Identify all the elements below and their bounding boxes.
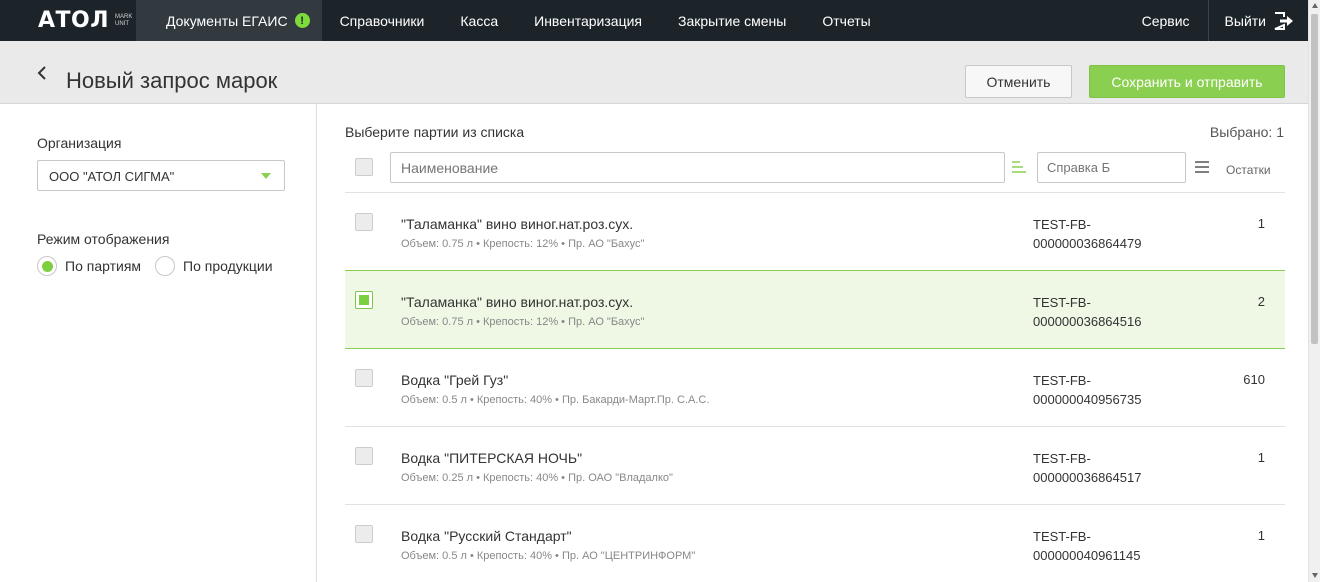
radio-circle <box>37 256 57 276</box>
nav-item-label: Справочники <box>339 12 425 29</box>
nav-item-label: Касса <box>460 12 499 29</box>
atol-logo[interactable]: АТОЛ MARK UNIT <box>0 0 136 41</box>
reference-b-number: TEST-FB- 000000040961145 <box>1033 527 1193 565</box>
reference-b-line-2: 000000036864517 <box>1033 470 1142 485</box>
reference-b-line-2: 000000036864479 <box>1033 236 1142 251</box>
stock-quantity: 2 <box>1257 294 1265 309</box>
product-details: Объем: 0.75 л • Крепость: 12% • Пр. АО "… <box>401 316 645 328</box>
row-checkbox[interactable] <box>355 447 373 465</box>
scroll-down-arrow-icon[interactable] <box>1312 573 1318 578</box>
product-name: "Таламанка" вино виног.нат.роз.сух. <box>401 294 634 310</box>
product-details: Объем: 0.5 л • Крепость: 40% • Пр. Бакар… <box>401 394 710 406</box>
nav-item-close-shift[interactable]: Закрытие смены <box>660 0 804 41</box>
batch-row-selected[interactable]: "Таламанка" вино виног.нат.роз.сух. Объе… <box>345 270 1285 349</box>
list-title: Выберите партии из списка <box>345 124 525 140</box>
reference-b-line-1: TEST-FB- <box>1033 451 1091 466</box>
batch-row[interactable]: "Таламанка" вино виног.нат.роз.сух. Объе… <box>345 193 1285 271</box>
radio-checked-dot <box>41 260 53 272</box>
product-details: Объем: 0.75 л • Крепость: 12% • Пр. АО "… <box>401 238 645 250</box>
stock-quantity: 610 <box>1243 372 1265 387</box>
row-checkbox-checked[interactable] <box>355 291 373 309</box>
reference-b-search-input[interactable] <box>1037 152 1186 183</box>
nav-item-references[interactable]: Справочники <box>322 0 443 41</box>
reference-b-line-1: TEST-FB- <box>1033 529 1091 544</box>
nav-item-label: Сервис <box>1141 12 1190 29</box>
batch-row[interactable]: Водка "Грей Гуз" Объем: 0.5 л • Крепость… <box>345 349 1285 427</box>
logout-button[interactable]: Выйти <box>1207 0 1308 41</box>
product-name: "Таламанка" вино виног.нат.роз.сух. <box>401 216 634 232</box>
cancel-button[interactable]: Отменить <box>965 65 1072 98</box>
page-title: Новый запрос марок <box>66 68 278 93</box>
radio-label: По продукции <box>183 258 273 274</box>
back-arrow-icon[interactable] <box>34 65 50 81</box>
product-name: Водка "Грей Гуз" <box>401 372 509 388</box>
row-checkbox[interactable] <box>355 213 373 231</box>
logo-text: АТОЛ <box>38 8 110 33</box>
selected-count: Выбрано: 1 <box>1209 124 1284 140</box>
nav-item-reports[interactable]: Отчеты <box>804 0 888 41</box>
select-all-checkbox[interactable] <box>355 158 373 176</box>
alert-badge-icon: ! <box>294 13 310 28</box>
batch-row[interactable]: Водка "ПИТЕРСКАЯ НОЧЬ" Объем: 0.25 л • К… <box>345 427 1285 505</box>
reference-b-number: TEST-FB- 000000036864516 <box>1033 293 1193 331</box>
nav-item-service[interactable]: Сервис <box>1124 0 1208 41</box>
batch-row[interactable]: Водка "Русский Стандарт" Объем: 0.5 л • … <box>345 505 1285 582</box>
reference-b-number: TEST-FB- 000000036864479 <box>1033 215 1193 253</box>
organization-value: ООО "АТОЛ СИГМА" <box>49 169 175 184</box>
stock-quantity: 1 <box>1257 528 1265 543</box>
save-and-send-button[interactable]: Сохранить и отправить <box>1089 65 1285 98</box>
page-scrollbar[interactable] <box>1308 0 1320 582</box>
product-details: Объем: 0.25 л • Крепость: 40% • Пр. ОАО … <box>401 472 673 484</box>
product-name: Водка "Русский Стандарт" <box>401 528 572 544</box>
organization-select[interactable]: ООО "АТОЛ СИГМА" <box>37 160 285 191</box>
logout-icon <box>1274 11 1293 30</box>
scroll-thumb[interactable] <box>1311 14 1318 344</box>
batch-list-panel: Выберите партии из списка Выбрано: 1 Ост… <box>318 104 1308 582</box>
menu-icon[interactable] <box>1195 161 1209 173</box>
reference-b-line-1: TEST-FB- <box>1033 217 1091 232</box>
reference-b-number: TEST-FB- 000000040956735 <box>1033 371 1193 409</box>
logo-sub-line-2: UNIT <box>115 20 130 27</box>
name-search-input[interactable] <box>390 152 1005 183</box>
product-details: Объем: 0.5 л • Крепость: 40% • Пр. АО "Ц… <box>401 550 696 562</box>
radio-label: По партиям <box>65 258 142 274</box>
page-header: Новый запрос марок Отменить Сохранить и … <box>0 41 1308 104</box>
scroll-up-arrow-icon[interactable] <box>1312 3 1318 8</box>
reference-b-line-2: 000000040961145 <box>1033 548 1141 563</box>
logout-label: Выйти <box>1224 12 1266 29</box>
display-mode-label: Режим отображения <box>37 231 170 247</box>
nav-item-label: Отчеты <box>822 12 871 29</box>
product-name: Водка "ПИТЕРСКАЯ НОЧЬ" <box>401 450 583 466</box>
nav-item-label: Документы ЕГАИС <box>166 12 288 29</box>
radio-by-products[interactable]: По продукции <box>155 256 273 276</box>
stock-quantity: 1 <box>1257 450 1265 465</box>
logo-sub-line-1: MARK <box>115 13 133 20</box>
display-mode-radio-group: По партиям По продукции <box>37 256 287 276</box>
column-header-stock: Остатки <box>1226 163 1271 177</box>
nav-item-egais-documents[interactable]: Документы ЕГАИС ! <box>136 0 322 41</box>
stock-quantity: 1 <box>1257 216 1265 231</box>
row-checkbox[interactable] <box>355 369 373 387</box>
reference-b-number: TEST-FB- 000000036864517 <box>1033 449 1193 487</box>
nav-item-inventory[interactable]: Инвентаризация <box>516 0 660 41</box>
top-navbar: АТОЛ MARK UNIT Документы ЕГАИС ! Справоч… <box>0 0 1308 41</box>
organization-label: Организация <box>37 135 122 151</box>
nav-item-cashbox[interactable]: Касса <box>442 0 516 41</box>
nav-item-label: Закрытие смены <box>678 12 787 29</box>
filter-sidebar: Организация ООО "АТОЛ СИГМА" Режим отобр… <box>0 104 317 582</box>
logo-subtitle: MARK UNIT <box>115 14 132 28</box>
reference-b-line-1: TEST-FB- <box>1033 295 1091 310</box>
reference-b-line-1: TEST-FB- <box>1033 373 1091 388</box>
radio-circle <box>155 256 176 276</box>
sort-icon[interactable] <box>1011 159 1027 175</box>
row-checkbox[interactable] <box>355 525 373 543</box>
reference-b-line-2: 000000036864516 <box>1033 314 1142 329</box>
chevron-down-icon <box>261 173 271 179</box>
reference-b-line-2: 000000040956735 <box>1033 392 1142 407</box>
radio-by-batches[interactable]: По партиям <box>37 256 141 276</box>
nav-item-label: Инвентаризация <box>534 12 642 29</box>
